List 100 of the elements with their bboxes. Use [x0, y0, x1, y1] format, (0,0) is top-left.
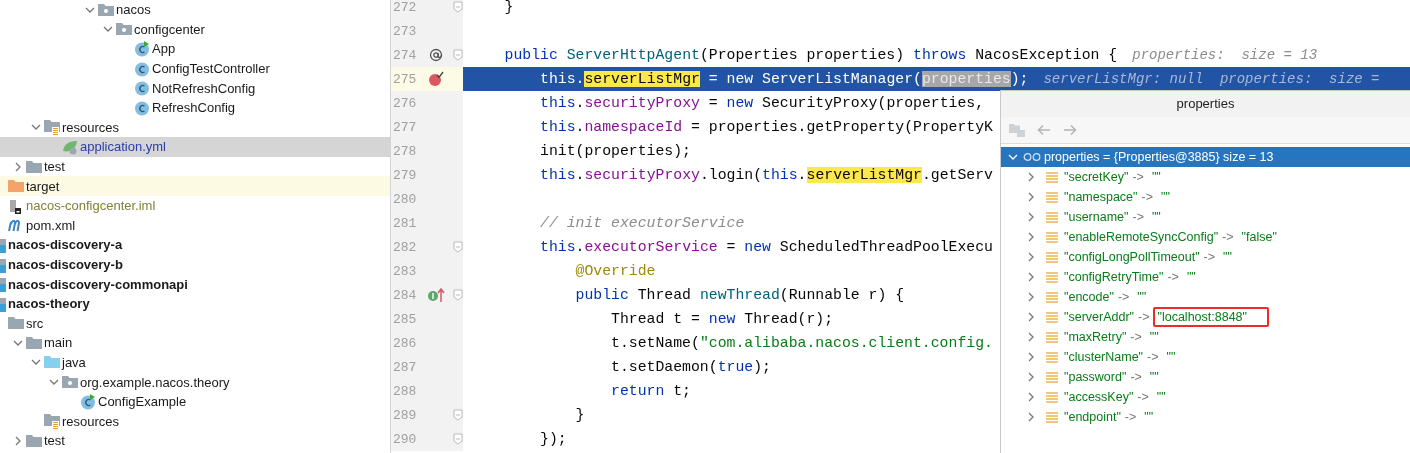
- glasses-icon: [1023, 153, 1041, 161]
- tree-item[interactable]: main: [0, 333, 390, 353]
- list-icon: [1046, 331, 1058, 343]
- file-icon: [8, 197, 24, 214]
- code-line: }: [575, 406, 585, 425]
- chevron-icon[interactable]: [1026, 352, 1036, 362]
- chevron-icon[interactable]: [1026, 332, 1036, 342]
- tree-item[interactable]: org.example.nacos.theory: [0, 372, 390, 392]
- chevron-icon[interactable]: [1026, 412, 1036, 422]
- code-line: t.setDaemon(true);: [611, 358, 771, 377]
- implements-icon[interactable]: [427, 287, 445, 303]
- line-number: 290: [392, 431, 418, 447]
- fold-marker-icon[interactable]: [453, 1, 463, 13]
- variable-row[interactable]: "configRetryTime" -> "": [1001, 267, 1410, 287]
- tree-item[interactable]: nacos-discovery-commonapi: [0, 274, 390, 294]
- tree-item[interactable]: test: [0, 156, 390, 177]
- tree-item[interactable]: ConfigExample: [0, 391, 390, 412]
- tree-item[interactable]: target: [0, 176, 390, 196]
- breakpoint-icon[interactable]: [428, 71, 444, 87]
- code-line: this.namespaceId = properties.getProperty(PropertyK: [540, 118, 993, 137]
- fold-marker-icon[interactable]: [453, 433, 463, 445]
- line-number: 276: [392, 95, 418, 111]
- variable-row[interactable]: "password" -> "": [1001, 367, 1410, 387]
- list-icon: [1046, 391, 1058, 403]
- folder-icon: [8, 316, 24, 331]
- inline-value-hint: serverListMgr: null properties: size =: [1043, 71, 1380, 87]
- line-number: 281: [392, 215, 418, 231]
- fold-marker-icon[interactable]: [453, 49, 463, 61]
- chevron-icon[interactable]: [13, 161, 23, 172]
- code-line: return t;: [611, 382, 691, 401]
- code-line: public Thread newThread(Runnable r) {: [575, 286, 905, 305]
- code-line: this.executorService = new ScheduledThreadPoolExecu: [540, 238, 993, 257]
- class-icon: [134, 41, 150, 57]
- source-folder-icon: [44, 355, 60, 370]
- chevron-icon[interactable]: [1026, 252, 1036, 262]
- chevron-icon[interactable]: [1026, 312, 1036, 322]
- variable-row[interactable]: "serverAddr" -> "localhost:8848": [1001, 307, 1410, 327]
- list-icon: [1046, 311, 1058, 323]
- list-icon: [1046, 171, 1058, 183]
- chevron-icon[interactable]: [1026, 392, 1036, 402]
- variable-row[interactable]: "encode" -> "": [1001, 287, 1410, 307]
- class-icon: [80, 393, 96, 410]
- tree-item[interactable]: resources: [0, 117, 390, 138]
- line-number: 278: [392, 143, 418, 159]
- list-icon: [1046, 271, 1058, 283]
- tree-item[interactable]: nacos-discovery-b: [0, 254, 390, 275]
- line-number: 284: [392, 287, 418, 303]
- tree-item[interactable]: nacos-discovery-a: [0, 235, 390, 255]
- tree-item[interactable]: nacos-configcenter.iml: [0, 195, 390, 216]
- variable-row[interactable]: "clusterName" -> "": [1001, 347, 1410, 367]
- chevron-icon[interactable]: [1026, 212, 1036, 222]
- class-icon: [134, 80, 150, 97]
- chevron-icon[interactable]: [1008, 152, 1018, 162]
- tree-item[interactable]: resources: [0, 411, 390, 432]
- chevron-icon[interactable]: [1026, 372, 1036, 382]
- variable-row[interactable]: "configLongPollTimeout" -> "": [1001, 247, 1410, 267]
- at-sign-icon[interactable]: [429, 48, 443, 62]
- tree-item[interactable]: nacos-theory: [0, 293, 390, 314]
- chevron-icon[interactable]: [1026, 232, 1036, 242]
- chevron-icon[interactable]: [13, 435, 23, 446]
- variable-row[interactable]: "username" -> "": [1001, 207, 1410, 227]
- class-icon: [134, 60, 150, 77]
- tree-item[interactable]: RefreshConfig: [0, 97, 390, 118]
- tree-item[interactable]: src: [0, 313, 390, 334]
- line-number: 277: [392, 119, 418, 135]
- chevron-icon[interactable]: [1026, 292, 1036, 302]
- list-icon: [1046, 191, 1058, 203]
- variable-row[interactable]: properties = {Properties@3885} size = 13: [1001, 147, 1410, 167]
- list-icon: [1046, 211, 1058, 223]
- tree-item[interactable]: application.yml: [0, 137, 390, 157]
- fold-marker-icon[interactable]: [453, 241, 463, 253]
- fold-marker-icon[interactable]: [453, 289, 463, 301]
- tree-item[interactable]: java: [0, 352, 390, 373]
- code-line: // init executorService: [540, 214, 745, 233]
- code-line: });: [540, 430, 567, 449]
- line-number: 272: [392, 0, 418, 15]
- chevron-icon[interactable]: [1026, 192, 1036, 202]
- chevron-icon[interactable]: [1026, 272, 1036, 282]
- tree-item[interactable]: ConfigTestController: [0, 58, 390, 79]
- chevron-icon[interactable]: [1026, 172, 1036, 182]
- variable-row[interactable]: "accessKey" -> "": [1001, 387, 1410, 407]
- tree-item[interactable]: test: [0, 431, 390, 451]
- variable-row[interactable]: "enableRemoteSyncConfig" -> "false": [1001, 227, 1410, 247]
- package-icon: [116, 22, 132, 37]
- variable-row[interactable]: "namespace" -> "": [1001, 187, 1410, 207]
- fold-marker-icon[interactable]: [453, 409, 463, 421]
- variable-row[interactable]: "maxRetry" -> "": [1001, 327, 1410, 347]
- tree-item[interactable]: configcenter: [0, 19, 390, 40]
- leaf-icon: [62, 138, 80, 155]
- list-icon: [1046, 411, 1058, 423]
- variable-row[interactable]: "secretKey" -> "": [1001, 167, 1410, 187]
- code-line: this.serverListMgr = new ServerListManager(properties);: [540, 70, 1029, 89]
- line-number: 274: [392, 47, 418, 63]
- tree-item[interactable]: NotRefreshConfig: [0, 78, 390, 98]
- tree-item[interactable]: nacos: [0, 0, 390, 20]
- variable-row[interactable]: "endpoint" -> "": [1001, 407, 1410, 427]
- line-number: 275: [392, 71, 418, 87]
- tree-item[interactable]: App: [0, 39, 390, 59]
- code-line: @Override: [575, 262, 656, 281]
- tree-item[interactable]: pom.xml: [0, 215, 390, 236]
